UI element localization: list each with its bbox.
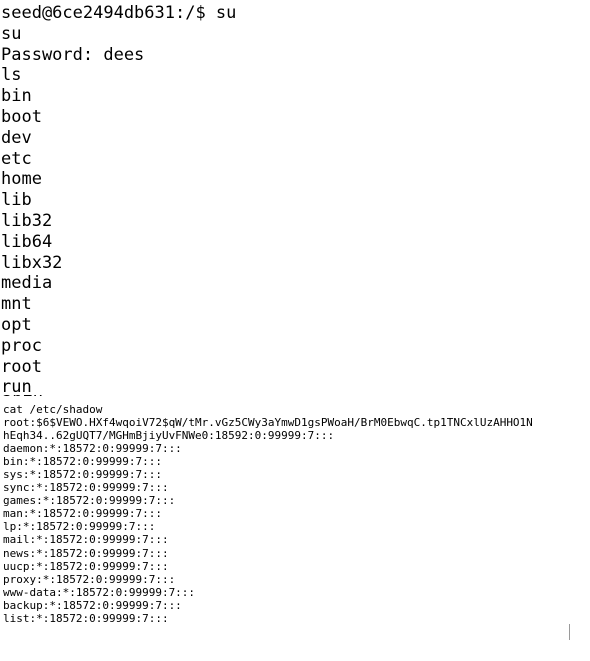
terminal-line: su: [1, 23, 22, 44]
terminal-output-small: cat /etc/shadow root:$6$VEWO.HXf4wqoiV72…: [3, 403, 587, 659]
shadow-entry-line: lp:*:18572:0:99999:7:::: [3, 520, 156, 534]
shadow-entry-line: backup:*:18572:0:99999:7:::: [3, 598, 182, 612]
shadow-entry-line: news:*:18572:0:99999:7:::: [3, 546, 169, 560]
terminal-line: libx32: [1, 252, 63, 273]
terminal-line: mnt: [1, 294, 32, 315]
terminal-line: proc: [1, 335, 42, 356]
terminal-line: media: [1, 273, 53, 294]
terminal-line: seed@6ce2494db631:/$ su: [1, 3, 237, 23]
terminal-line-partial-text: sbin: [2, 395, 42, 400]
command-line: cat /etc/shadow: [3, 403, 103, 416]
shadow-entry-line: games:*:18572:0:99999:7:::: [3, 494, 176, 508]
terminal-line: dev: [1, 127, 32, 148]
shadow-entry-line: bin:*:18572:0:99999:7:::: [3, 455, 162, 469]
terminal-line: ls: [1, 65, 22, 86]
terminal-line: lib64: [1, 231, 53, 252]
terminal-screenshot: seed@6ce2494db631:/$ su su Password: dee…: [0, 0, 590, 661]
shadow-entry-line: sys:*:18572:0:99999:7:::: [3, 468, 162, 482]
terminal-line: lib: [1, 190, 32, 211]
shadow-entry-line: www-data:*:18572:0:99999:7:::: [3, 585, 196, 599]
terminal-line: home: [1, 169, 42, 190]
shadow-entry-line: daemon:*:18572:0:99999:7:::: [3, 442, 182, 456]
terminal-line: Password: dees: [1, 44, 145, 65]
terminal-output-large: seed@6ce2494db631:/$ su su Password: dee…: [1, 3, 261, 395]
terminal-line: lib32: [1, 210, 53, 231]
terminal-line: etc: [1, 148, 32, 169]
text-cursor-mark: [569, 624, 570, 640]
shadow-entry-line: uucp:*:18572:0:99999:7:::: [3, 559, 169, 573]
shadow-entry-line: hEqh34..62gUQT7/MGHmBjiyUvFNWe0:18592:0:…: [3, 429, 335, 443]
terminal-line: boot: [1, 106, 42, 127]
shadow-entry-line: list:*:18572:0:99999:7:::: [3, 611, 169, 625]
shadow-entry-line: man:*:18572:0:99999:7:::: [3, 507, 162, 521]
terminal-line: root: [1, 356, 42, 377]
shadow-entry-line: sync:*:18572:0:99999:7:::: [3, 481, 169, 495]
terminal-line: opt: [1, 314, 32, 335]
shadow-entry-line: mail:*:18572:0:99999:7:::: [3, 533, 169, 547]
shadow-entry-line: proxy:*:18572:0:99999:7:::: [3, 572, 176, 586]
shadow-entry-line: root:$6$VEWO.HXf4wqoiV72$qW/tMr.vGz5CWy3…: [3, 416, 533, 430]
terminal-line: bin: [1, 86, 32, 107]
terminal-line: run: [1, 377, 32, 395]
terminal-line-partial: sbin: [2, 395, 42, 401]
